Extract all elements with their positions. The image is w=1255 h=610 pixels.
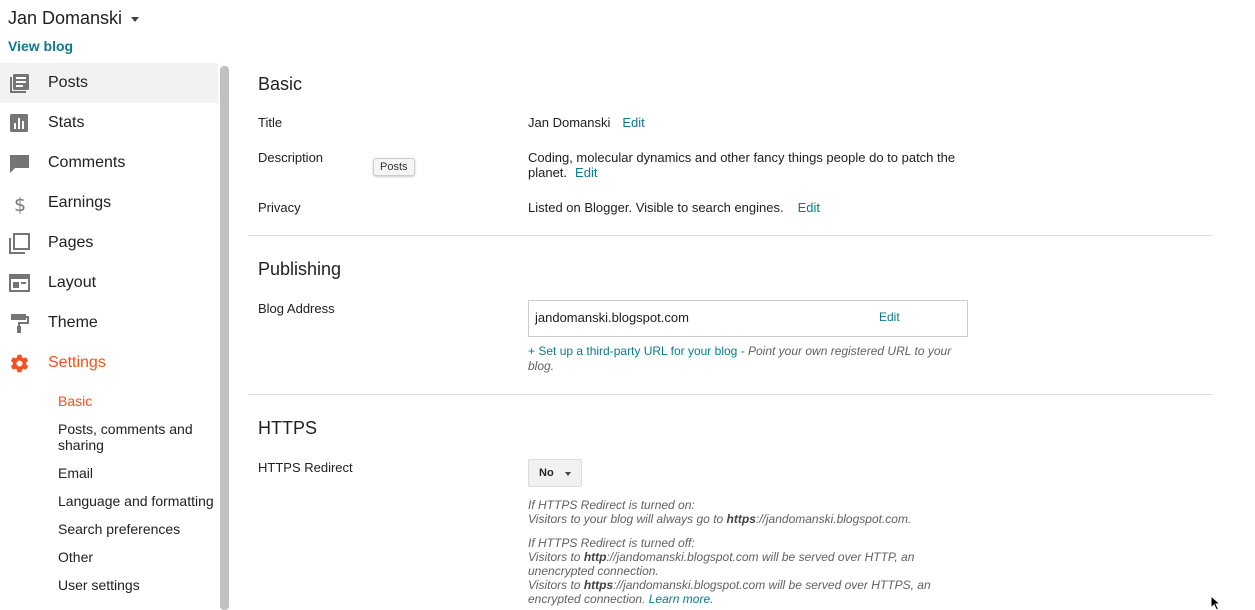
blog-address-row: Blog Address jandomanski.blogspot.com Ed… — [258, 300, 1158, 380]
subnav-item-basic[interactable]: Basic — [0, 387, 218, 415]
third-party-url-link[interactable]: + Set up a third-party URL for your blog — [528, 344, 737, 358]
title-value-wrap: Jan Domanski Edit — [528, 115, 968, 130]
comments-icon — [10, 155, 29, 173]
sidebar-item-posts[interactable]: Posts — [0, 63, 218, 103]
https-on-text-suffix: ://jandomanski.blogspot.com. — [755, 512, 912, 526]
https-off-http-text: Visitors to — [528, 550, 584, 564]
https-notes: If HTTPS Redirect is turned on: Visitors… — [528, 498, 948, 610]
https-on-text-bold: https — [726, 512, 756, 526]
blog-address-box: jandomanski.blogspot.com Edit — [528, 300, 968, 337]
sidebar-item-label: Posts — [48, 74, 89, 91]
privacy-value-wrap: Listed on Blogger. Visible to search eng… — [528, 200, 968, 215]
https-off-http-bold: http — [583, 550, 607, 564]
chevron-down-icon — [565, 472, 571, 476]
stats-icon — [10, 114, 28, 132]
sidebar-item-pages[interactable]: Pages — [0, 223, 218, 263]
sidebar-item-earnings[interactable]: $ Earnings — [0, 183, 218, 223]
svg-text:$: $ — [14, 194, 26, 214]
https-redirect-select[interactable]: No — [528, 459, 582, 487]
sidebar-scrollbar[interactable] — [220, 66, 229, 610]
sidebar-item-layout[interactable]: Layout — [0, 263, 218, 303]
chevron-down-icon[interactable] — [131, 17, 140, 22]
sidebar-item-stats[interactable]: Stats — [0, 103, 218, 143]
subnav-item-user-settings[interactable]: User settings — [0, 571, 218, 599]
sidebar-item-label: Settings — [48, 354, 106, 371]
https-on-heading: If HTTPS Redirect is turned on: — [528, 498, 695, 512]
publishing-section: Publishing Blog Address jandomanski.blog… — [248, 236, 1213, 395]
third-party-url-note: + Set up a third-party URL for your blog… — [528, 344, 968, 374]
edit-title-link[interactable]: Edit — [622, 115, 644, 130]
description-value-wrap: Coding, molecular dynamics and other fan… — [528, 150, 968, 180]
section-title: HTTPS — [258, 418, 318, 438]
learn-more-link[interactable]: Learn more. — [649, 592, 714, 606]
https-off-https-bold: https — [583, 578, 614, 592]
blog-address-value: jandomanski.blogspot.com — [535, 310, 689, 325]
sidebar-item-label: Comments — [48, 154, 126, 171]
https-on-text: Visitors to your blog will always go to — [528, 512, 727, 526]
sidebar: Posts Stats Comments $ Earnings Pages La… — [0, 63, 218, 610]
privacy-value: Listed on Blogger. Visible to search eng… — [528, 200, 784, 215]
posts-icon — [10, 74, 29, 93]
subnav-item-posts-comments-sharing[interactable]: Posts, comments and sharing — [0, 415, 218, 459]
https-redirect-label: HTTPS Redirect — [258, 460, 353, 475]
section-title: Publishing — [258, 259, 342, 279]
privacy-label: Privacy — [258, 200, 301, 215]
sidebar-item-theme[interactable]: Theme — [0, 303, 218, 343]
https-redirect-value: No — [539, 467, 554, 479]
subnav-item-search-preferences[interactable]: Search preferences — [0, 515, 218, 543]
edit-description-link[interactable]: Edit — [575, 165, 597, 180]
subnav-item-email[interactable]: Email — [0, 459, 218, 487]
settings-main: Basic Title Jan Domanski Edit Description… — [248, 63, 1213, 610]
subnav-item-language-formatting[interactable]: Language and formatting — [0, 487, 218, 515]
description-label: Description — [258, 150, 324, 165]
sidebar-item-settings[interactable]: Settings — [0, 343, 218, 383]
https-section: HTTPS HTTPS Redirect No If HTTPS Redirec… — [248, 395, 1213, 610]
dollar-icon: $ — [14, 194, 26, 214]
sidebar-item-label: Theme — [48, 314, 98, 331]
subnav-item-other[interactable]: Other — [0, 543, 218, 571]
sidebar-item-label: Stats — [48, 114, 85, 131]
https-off-https-text: Visitors to — [528, 578, 584, 592]
https-on-note: If HTTPS Redirect is turned on: Visitors… — [528, 498, 948, 526]
https-redirect-row: HTTPS Redirect No If HTTPS Redirect is t… — [258, 459, 1158, 610]
paint-roller-icon — [11, 314, 29, 333]
blog-address-label: Blog Address — [258, 301, 335, 316]
blog-name[interactable]: Jan Domanski — [8, 8, 122, 29]
title-label: Title — [258, 115, 283, 130]
https-off-heading: If HTTPS Redirect is turned off: — [528, 536, 695, 550]
gear-icon — [10, 354, 29, 373]
sidebar-item-label: Pages — [48, 234, 94, 251]
layout-icon — [9, 274, 30, 292]
https-off-note: If HTTPS Redirect is turned off: Visitor… — [528, 536, 948, 606]
sidebar-item-label: Layout — [48, 274, 97, 291]
basic-section: Basic Title Jan Domanski Edit Description… — [248, 63, 1213, 236]
edit-address-link[interactable]: Edit — [879, 310, 900, 324]
section-title: Basic — [258, 74, 303, 94]
title-value: Jan Domanski — [528, 115, 611, 130]
posts-tooltip: Posts — [373, 158, 415, 176]
mouse-cursor-icon — [1210, 596, 1222, 610]
settings-subnav: Basic Posts, comments and sharing Email … — [0, 383, 218, 599]
view-blog-link[interactable]: View blog — [8, 38, 73, 54]
blog-switcher[interactable]: Jan Domanski — [8, 8, 140, 29]
pages-icon — [9, 233, 30, 254]
edit-privacy-link[interactable]: Edit — [798, 200, 820, 215]
sidebar-item-comments[interactable]: Comments — [0, 143, 218, 183]
sidebar-item-label: Earnings — [48, 194, 112, 211]
